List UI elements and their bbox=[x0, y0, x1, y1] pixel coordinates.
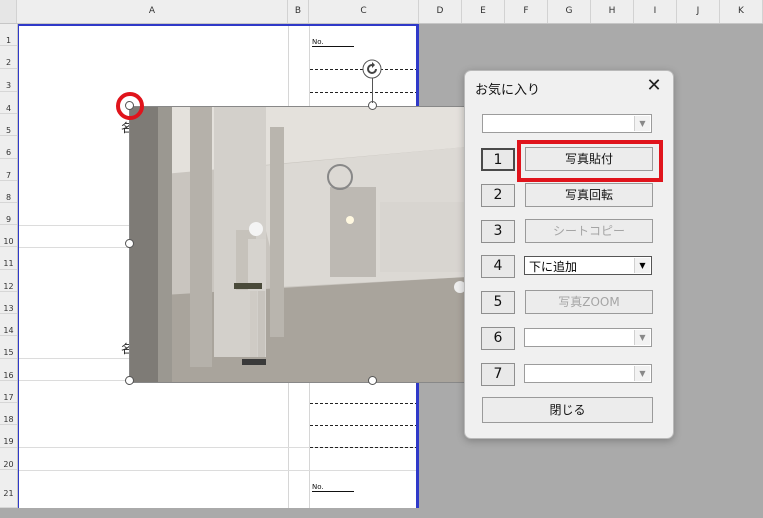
row-header[interactable]: 14 bbox=[0, 314, 17, 336]
resize-handle-bottom-left[interactable] bbox=[125, 376, 134, 385]
column-header-c[interactable]: C bbox=[309, 0, 419, 23]
column-header-i[interactable]: I bbox=[634, 0, 677, 23]
chevron-down-icon[interactable]: ▼ bbox=[634, 258, 650, 273]
number-button-2[interactable]: 2 bbox=[481, 184, 515, 207]
number-button-6[interactable]: 6 bbox=[481, 327, 515, 350]
number-button-4[interactable]: 4 bbox=[481, 255, 515, 278]
row-header[interactable]: 12 bbox=[0, 270, 17, 292]
add-below-combo[interactable]: 下に追加 ▼ bbox=[524, 256, 652, 275]
column-header-j[interactable]: J bbox=[677, 0, 720, 23]
row-header[interactable]: 3 bbox=[0, 69, 17, 92]
resize-handle-left[interactable] bbox=[125, 239, 134, 248]
column-header-f[interactable]: F bbox=[505, 0, 548, 23]
no-label: No. bbox=[312, 38, 354, 47]
number-button-1[interactable]: 1 bbox=[481, 148, 515, 171]
close-icon[interactable]: ✕ bbox=[643, 75, 665, 97]
row-header[interactable]: 20 bbox=[0, 448, 17, 470]
row-header[interactable]: 8 bbox=[0, 181, 17, 203]
row-header[interactable]: 5 bbox=[0, 114, 17, 136]
column-header-d[interactable]: D bbox=[419, 0, 462, 23]
row-header[interactable]: 11 bbox=[0, 247, 17, 270]
row-header-bar: 1 2 3 4 5 6 7 8 9 10 11 12 13 14 15 16 1… bbox=[0, 24, 18, 508]
row-header[interactable]: 16 bbox=[0, 359, 17, 381]
slot-7-combo[interactable]: ▼ bbox=[524, 364, 652, 383]
row-header[interactable]: 10 bbox=[0, 225, 17, 247]
gridline-row bbox=[17, 470, 419, 471]
construction-site-image bbox=[130, 107, 466, 382]
column-header-e[interactable]: E bbox=[462, 0, 505, 23]
row-header[interactable]: 4 bbox=[0, 92, 17, 114]
slot-6-combo[interactable]: ▼ bbox=[524, 328, 652, 347]
row-header[interactable]: 1 bbox=[0, 24, 17, 46]
row-header[interactable]: 13 bbox=[0, 292, 17, 314]
row-header[interactable]: 6 bbox=[0, 136, 17, 159]
row-header[interactable]: 7 bbox=[0, 159, 17, 181]
row-header[interactable]: 21 bbox=[0, 470, 17, 508]
dashed-line bbox=[310, 403, 418, 404]
column-header-h[interactable]: H bbox=[591, 0, 634, 23]
highlight-circle bbox=[116, 92, 144, 120]
chevron-down-icon[interactable]: ▼ bbox=[634, 116, 650, 131]
dashed-line bbox=[310, 425, 418, 426]
combo-value: 下に追加 bbox=[529, 260, 578, 274]
rotate-stem bbox=[372, 77, 373, 103]
chevron-down-icon[interactable]: ▼ bbox=[634, 366, 650, 381]
highlight-box bbox=[517, 140, 663, 182]
column-header-k[interactable]: K bbox=[720, 0, 763, 23]
row-header[interactable]: 19 bbox=[0, 425, 17, 448]
close-button[interactable]: 閉じる bbox=[482, 397, 653, 423]
number-button-7[interactable]: 7 bbox=[481, 363, 515, 386]
row-header[interactable]: 9 bbox=[0, 203, 17, 225]
column-header-a[interactable]: A bbox=[17, 0, 288, 23]
row-header[interactable]: 15 bbox=[0, 336, 17, 359]
dashed-line bbox=[310, 447, 418, 448]
inserted-photo[interactable] bbox=[129, 106, 467, 383]
page-break-border-top bbox=[17, 24, 419, 26]
photo-zoom-button[interactable]: 写真ZOOM bbox=[525, 290, 653, 314]
sheet-copy-button[interactable]: シートコピー bbox=[525, 219, 653, 243]
select-all-corner[interactable] bbox=[0, 0, 17, 23]
row-header[interactable]: 18 bbox=[0, 403, 17, 425]
number-button-3[interactable]: 3 bbox=[481, 220, 515, 243]
rotate-handle-icon[interactable] bbox=[361, 58, 383, 80]
column-header-b[interactable]: B bbox=[288, 0, 309, 23]
column-header-bar: A B C D E F G H I J K bbox=[0, 0, 763, 24]
row-header[interactable]: 17 bbox=[0, 381, 17, 403]
dashed-line bbox=[310, 92, 418, 93]
column-header-g[interactable]: G bbox=[548, 0, 591, 23]
resize-handle-bottom[interactable] bbox=[368, 376, 377, 385]
chevron-down-icon[interactable]: ▼ bbox=[634, 330, 650, 345]
favorites-combo[interactable]: ▼ bbox=[482, 114, 652, 133]
no-label: No. bbox=[312, 483, 354, 492]
photo-rotate-button[interactable]: 写真回転 bbox=[525, 183, 653, 207]
row-header[interactable]: 2 bbox=[0, 46, 17, 69]
dialog-title: お気に入り bbox=[475, 83, 541, 98]
number-button-5[interactable]: 5 bbox=[481, 291, 515, 314]
